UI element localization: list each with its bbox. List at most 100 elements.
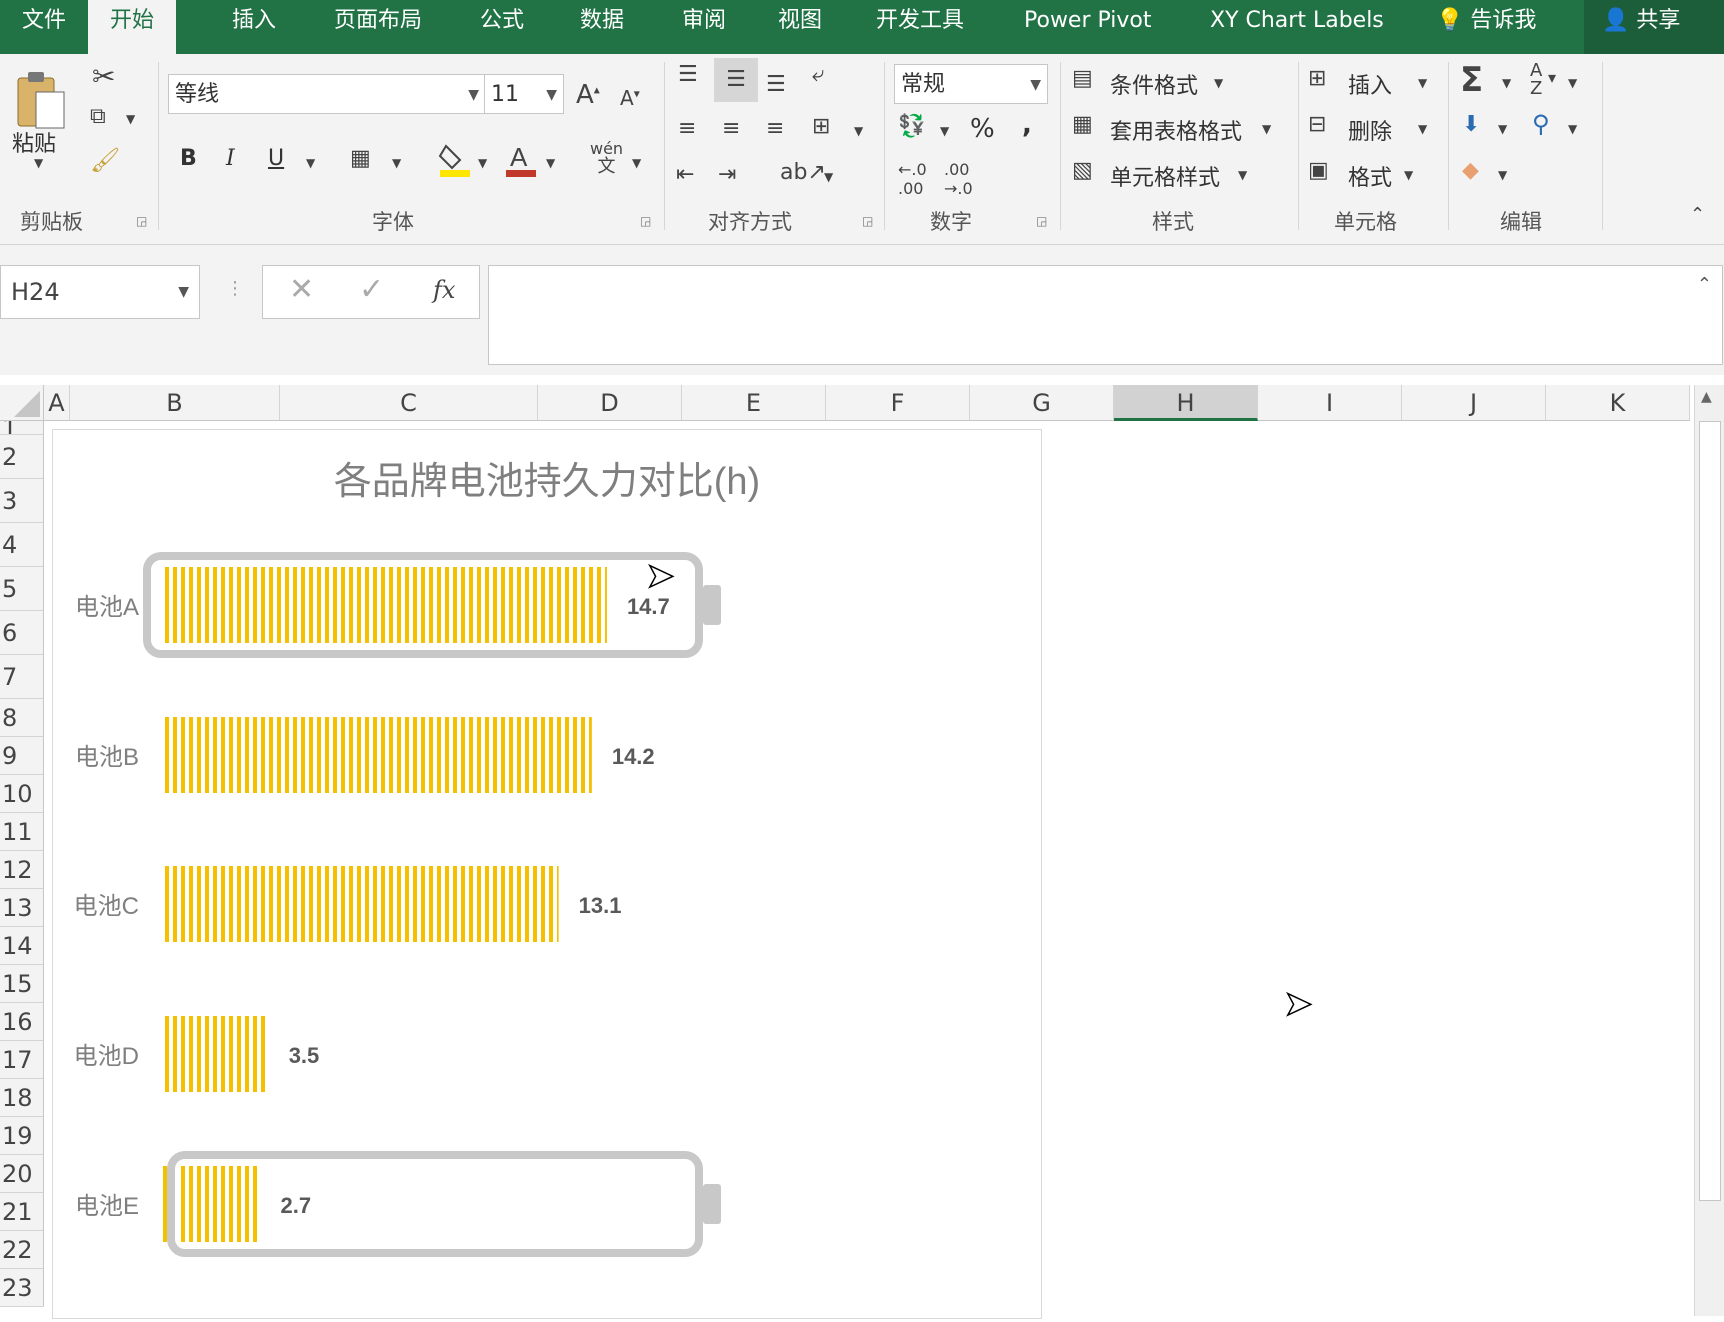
- row-header-19[interactable]: 19: [0, 1117, 44, 1155]
- row-header-3[interactable]: 3: [0, 479, 44, 523]
- expand-formula-bar-icon[interactable]: ⌃: [1697, 274, 1712, 295]
- number-format-select[interactable]: 常规 ▼: [894, 64, 1048, 104]
- row-header-4[interactable]: 4: [0, 523, 44, 567]
- borders-icon[interactable]: ▦: [350, 146, 371, 171]
- cut-icon[interactable]: ✂: [92, 60, 115, 93]
- tab-5[interactable]: 数据: [580, 0, 624, 54]
- format-painter-icon[interactable]: 🖌: [90, 146, 120, 174]
- merge-dropdown-icon[interactable]: ▼: [854, 124, 863, 138]
- row-header-14[interactable]: 14: [0, 927, 44, 965]
- align-right-icon[interactable]: ≡: [766, 116, 784, 141]
- align-middle-icon[interactable]: ☰: [714, 58, 758, 102]
- format-cells-icon[interactable]: ▣: [1308, 158, 1329, 183]
- phonetic-dropdown-icon[interactable]: ▼: [632, 156, 641, 170]
- insert-cells-icon[interactable]: ⊞: [1308, 66, 1326, 91]
- font-name-select[interactable]: 等线 ▼: [168, 74, 486, 114]
- enter-icon[interactable]: ✓: [359, 272, 384, 307]
- align-bottom-icon[interactable]: ☰: [766, 72, 786, 97]
- cancel-icon[interactable]: ✕: [289, 272, 314, 307]
- formula-input[interactable]: ⌃: [488, 265, 1723, 365]
- underline-button[interactable]: U: [268, 146, 284, 171]
- decrease-font-icon[interactable]: A▾: [620, 86, 640, 110]
- tab-7[interactable]: 视图: [778, 0, 822, 54]
- insert-cells-dropdown-icon[interactable]: ▼: [1418, 76, 1427, 90]
- percent-button[interactable]: %: [970, 114, 995, 144]
- column-header-D[interactable]: D: [538, 385, 682, 421]
- fill-icon[interactable]: ⬇: [1462, 112, 1480, 137]
- scrollbar-thumb[interactable]: [1699, 421, 1721, 1201]
- format-as-table-button[interactable]: 套用表格格式: [1110, 114, 1242, 146]
- merge-center-icon[interactable]: ⊞: [812, 114, 830, 139]
- orientation-icon[interactable]: ab↗: [780, 160, 826, 185]
- format-cells-button[interactable]: 格式: [1348, 160, 1392, 192]
- row-header-16[interactable]: 16: [0, 1003, 44, 1041]
- phonetic-icon[interactable]: wén 文: [590, 140, 623, 176]
- format-as-table-dropdown-icon[interactable]: ▼: [1262, 122, 1271, 136]
- clear-icon[interactable]: ◆: [1462, 158, 1479, 183]
- row-header-5[interactable]: 5: [0, 567, 44, 611]
- autosum-dropdown-icon[interactable]: ▼: [1502, 76, 1511, 90]
- conditional-format-icon[interactable]: ▤: [1072, 66, 1093, 91]
- comma-button[interactable]: ,: [1022, 110, 1032, 140]
- delete-cells-button[interactable]: 删除: [1348, 114, 1392, 146]
- chevron-down-icon[interactable]: ▼: [178, 266, 189, 318]
- find-select-dropdown-icon[interactable]: ▼: [1568, 122, 1577, 136]
- column-header-B[interactable]: B: [70, 385, 280, 421]
- row-header-22[interactable]: 22: [0, 1231, 44, 1269]
- row-header-8[interactable]: 8: [0, 699, 44, 737]
- tell-me-button[interactable]: 💡 告诉我: [1436, 0, 1536, 54]
- row-header-6[interactable]: 6: [0, 611, 44, 655]
- collapse-ribbon-icon[interactable]: ⌃: [1690, 204, 1705, 225]
- copy-icon[interactable]: ⧉: [90, 104, 106, 129]
- tab-0[interactable]: 文件: [22, 0, 66, 54]
- italic-button[interactable]: I: [226, 146, 235, 171]
- font-color-icon[interactable]: A: [504, 140, 538, 180]
- insert-cells-button[interactable]: 插入: [1348, 68, 1392, 100]
- row-header-2[interactable]: 2: [0, 435, 44, 479]
- align-top-icon[interactable]: ☰: [678, 62, 698, 87]
- row-header-21[interactable]: 21: [0, 1193, 44, 1231]
- accounting-dropdown-icon[interactable]: ▼: [940, 124, 949, 138]
- find-select-icon[interactable]: ⚲: [1532, 110, 1550, 138]
- decrease-decimal-icon[interactable]: .00 →.0: [944, 160, 973, 198]
- orientation-dropdown-icon[interactable]: ▼: [824, 170, 833, 184]
- tab-2[interactable]: 插入: [232, 0, 276, 54]
- row-header-9[interactable]: 9: [0, 737, 44, 775]
- share-button[interactable]: 👤 共享: [1584, 0, 1724, 54]
- row-header-23[interactable]: 23: [0, 1269, 44, 1307]
- align-center-icon[interactable]: ≡: [722, 116, 740, 141]
- clipboard-launcher-icon[interactable]: ◲: [136, 214, 147, 228]
- select-all-corner[interactable]: [0, 385, 44, 421]
- wrap-text-icon[interactable]: ⤶: [812, 62, 824, 87]
- font-launcher-icon[interactable]: ◲: [640, 214, 651, 228]
- alignment-launcher-icon[interactable]: ◲: [862, 214, 873, 228]
- column-header-F[interactable]: F: [826, 385, 970, 421]
- clear-dropdown-icon[interactable]: ▼: [1498, 168, 1507, 182]
- sort-filter-icon[interactable]: AZ: [1530, 62, 1542, 98]
- tab-8[interactable]: 开发工具: [876, 0, 964, 54]
- column-header-C[interactable]: C: [280, 385, 538, 421]
- conditional-format-dropdown-icon[interactable]: ▼: [1214, 76, 1223, 90]
- tab-1[interactable]: 开始: [88, 0, 177, 56]
- fill-color-dropdown-icon[interactable]: ▼: [478, 156, 487, 170]
- tab-3[interactable]: 页面布局: [334, 0, 422, 54]
- format-cells-dropdown-icon[interactable]: ▼: [1404, 168, 1413, 182]
- name-box[interactable]: H24 ▼: [0, 265, 200, 319]
- cell-styles-icon[interactable]: ▧: [1072, 158, 1093, 183]
- delete-cells-icon[interactable]: ⊟: [1308, 112, 1326, 137]
- row-header-18[interactable]: 18: [0, 1079, 44, 1117]
- font-color-dropdown-icon[interactable]: ▼: [546, 156, 555, 170]
- copy-dropdown-icon[interactable]: ▼: [126, 112, 135, 126]
- row-header-17[interactable]: 17: [0, 1041, 44, 1079]
- fill-dropdown-icon[interactable]: ▼: [1498, 122, 1507, 136]
- align-left-icon[interactable]: ≡: [678, 116, 696, 141]
- filter-icon[interactable]: ▾: [1548, 68, 1556, 87]
- number-launcher-icon[interactable]: ◲: [1036, 214, 1047, 228]
- delete-cells-dropdown-icon[interactable]: ▼: [1418, 122, 1427, 136]
- fill-color-icon[interactable]: [438, 142, 472, 178]
- row-header-15[interactable]: 15: [0, 965, 44, 1003]
- sort-filter-dropdown-icon[interactable]: ▼: [1568, 76, 1577, 90]
- row-header-12[interactable]: 12: [0, 851, 44, 889]
- scroll-up-icon[interactable]: ▲: [1701, 389, 1712, 405]
- row-header-10[interactable]: 10: [0, 775, 44, 813]
